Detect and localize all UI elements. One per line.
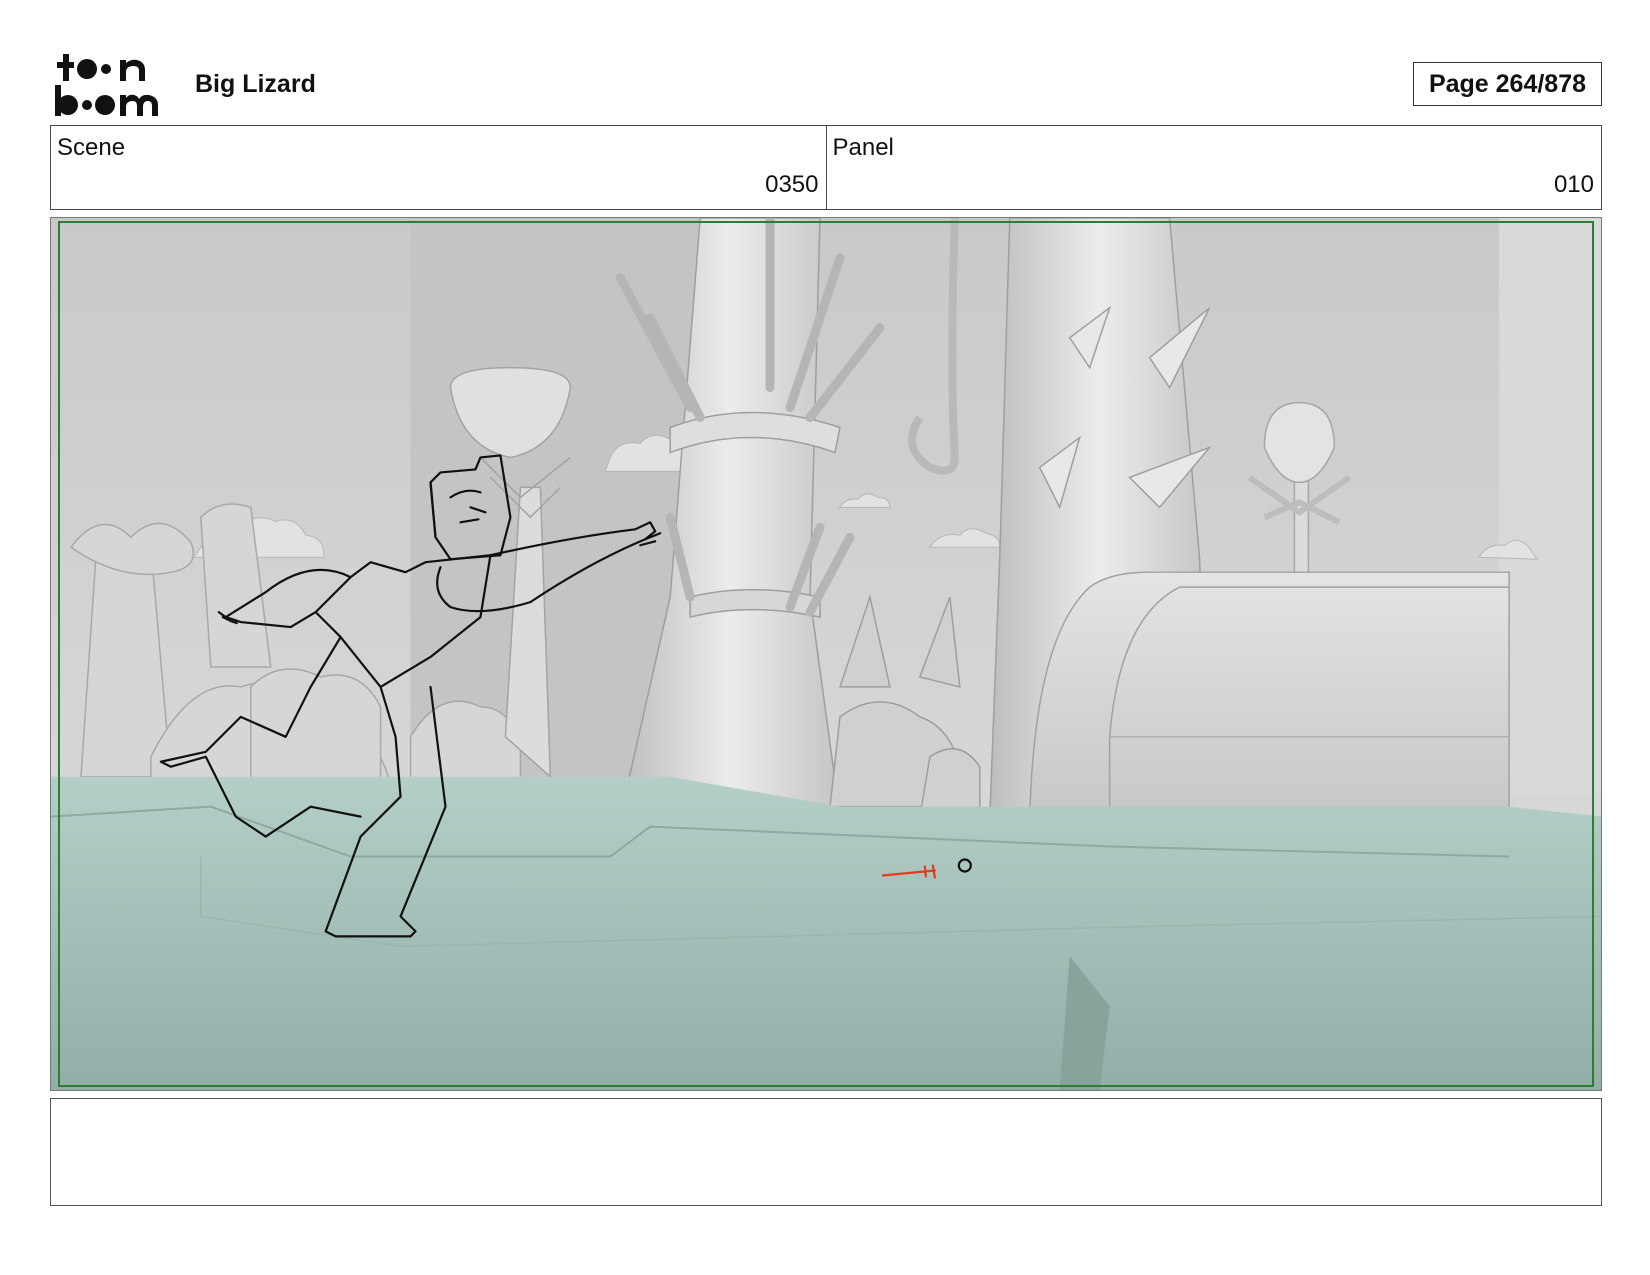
project-title: Big Lizard (195, 70, 316, 98)
scene-label: Scene (57, 134, 126, 161)
panel-cell: Panel 010 (825, 126, 1602, 209)
notes-box (50, 1098, 1602, 1206)
panel-label: Panel (832, 134, 894, 161)
scene-cell: Scene 0350 (51, 126, 826, 209)
panel-number: 010 (1553, 171, 1594, 198)
page-number: Page 264/878 (1413, 62, 1602, 106)
panel-artwork (51, 218, 1601, 1090)
toon-boom-logo (55, 54, 158, 116)
storyboard-panel (50, 217, 1602, 1091)
scene-panel-info: Scene 0350 Panel 010 (50, 125, 1602, 210)
background-wall-right (1499, 218, 1601, 797)
scene-number: 0350 (765, 171, 819, 198)
